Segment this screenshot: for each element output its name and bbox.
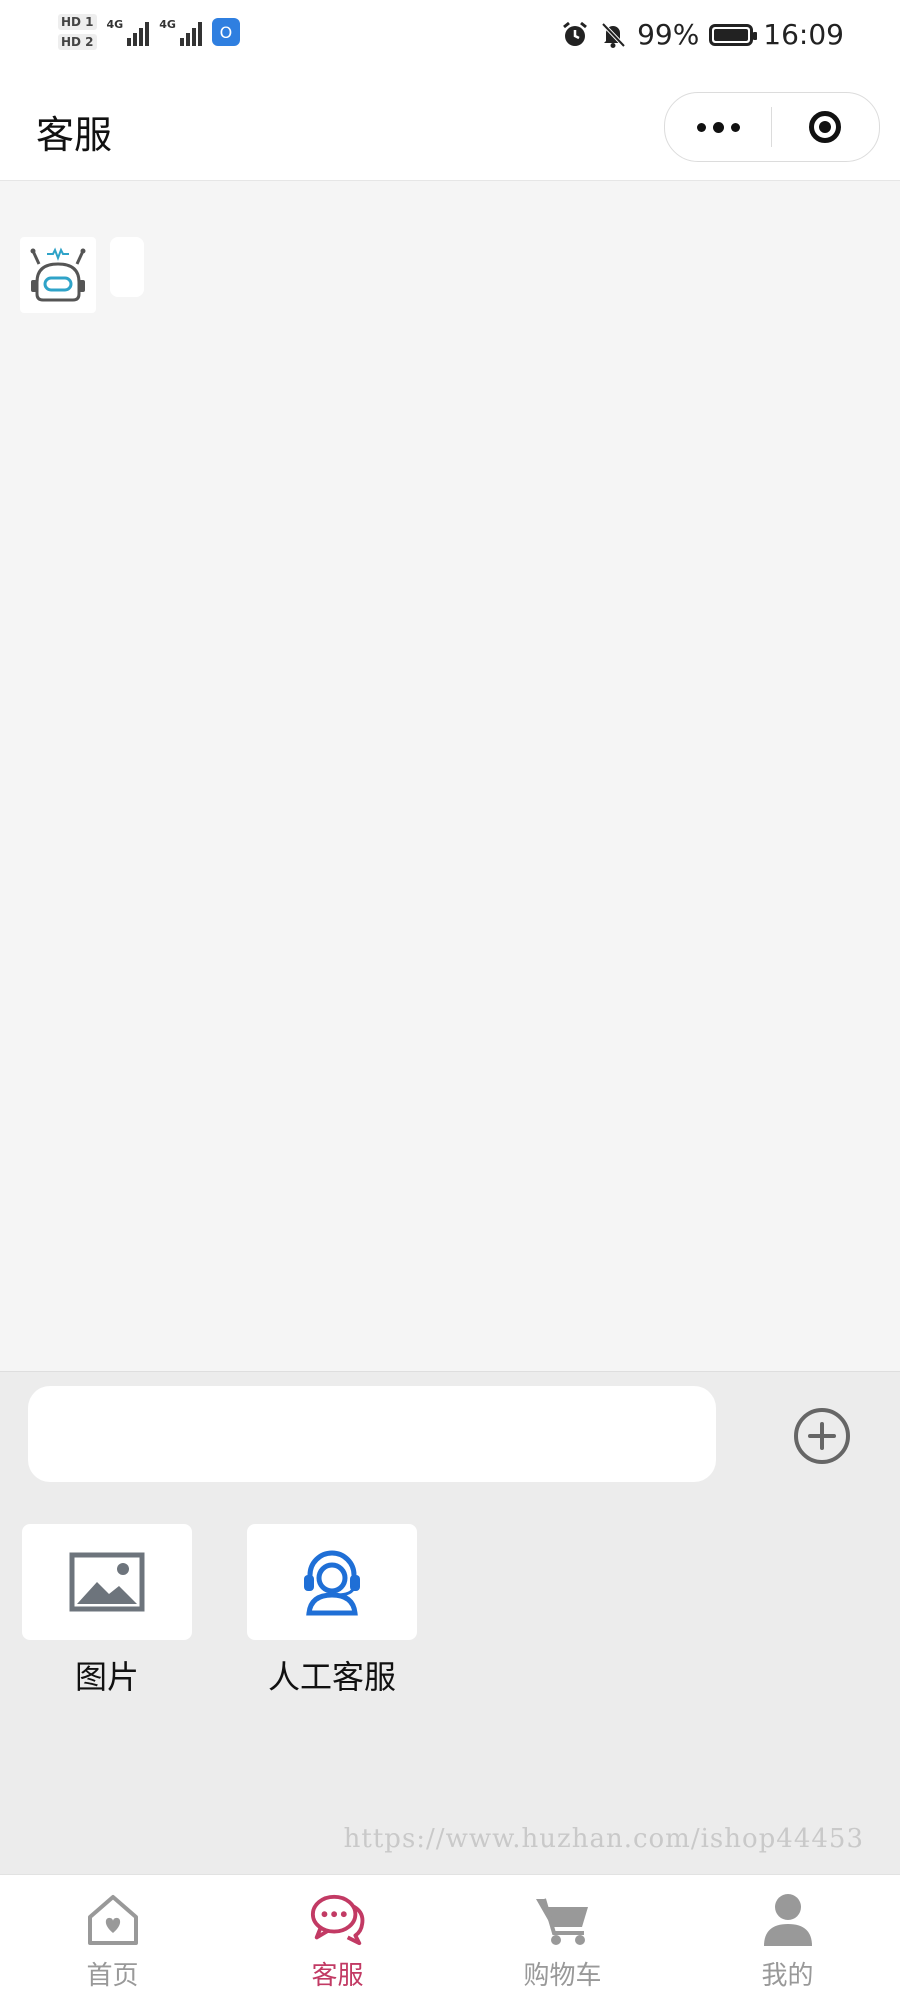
user-icon <box>763 1894 812 1946</box>
more-dot-icon <box>712 121 724 133</box>
hd2-badge: HD 2 <box>58 34 97 50</box>
image-tool-box <box>22 1524 192 1640</box>
navigation-bar: 客服 <box>0 80 900 181</box>
more-dot-icon <box>696 122 706 132</box>
tab-home-label: 首页 <box>86 1961 139 1991</box>
battery-icon <box>709 23 758 46</box>
close-miniprogram-button[interactable] <box>772 93 878 161</box>
notification-app-icon: O <box>211 18 240 46</box>
chat-area[interactable] <box>0 181 900 1371</box>
tab-profile[interactable]: 我的 <box>675 1875 900 2001</box>
tools-panel: 图片 人工客服 https://www.huzhan.com/ishop4445… <box>0 1500 900 1874</box>
headset-agent-icon <box>304 1550 360 1616</box>
human-agent-tool-box <box>247 1524 417 1640</box>
human-agent-tool-button[interactable]: 人工客服 <box>247 1524 417 1698</box>
bottom-tab-bar: 首页 客服 购物车 我的 <box>0 1874 900 2001</box>
miniprogram-capsule <box>664 92 880 162</box>
message-input[interactable] <box>28 1386 716 1482</box>
more-options-plus-button[interactable] <box>794 1408 850 1464</box>
clock-time: 16:09 <box>763 18 844 51</box>
signal-icon: 4G <box>107 18 150 46</box>
tab-customer-service-label: 客服 <box>311 1961 364 1991</box>
watermark: https://www.huzhan.com/ishop44453 <box>343 1824 864 1854</box>
bot-message-bubble <box>110 237 144 297</box>
target-circle-icon <box>809 111 841 143</box>
status-bar-left: HD 1 HD 2 4G 4G O <box>58 14 240 50</box>
battery-percent: 99% <box>637 18 700 51</box>
status-bar-right: 99% 16:09 <box>561 18 844 51</box>
image-icon <box>69 1552 145 1612</box>
image-tool-label: 图片 <box>74 1658 139 1696</box>
cart-icon <box>535 1898 588 1945</box>
mute-bell-icon <box>601 22 626 48</box>
human-agent-tool-label: 人工客服 <box>267 1658 396 1696</box>
hd-indicators: HD 1 HD 2 <box>58 14 97 50</box>
tab-cart-label: 购物车 <box>523 1961 602 1991</box>
tab-profile-label: 我的 <box>761 1961 814 1991</box>
home-icon <box>87 1895 138 1945</box>
more-menu-button[interactable] <box>665 93 771 161</box>
robot-icon <box>30 247 86 302</box>
tab-customer-service[interactable]: 客服 <box>225 1875 450 2001</box>
tab-home[interactable]: 首页 <box>0 1875 225 2001</box>
message-row <box>20 237 144 313</box>
page-title: 客服 <box>36 113 113 157</box>
hd1-badge: HD 1 <box>58 14 97 30</box>
chat-icon <box>310 1894 364 1946</box>
tab-cart[interactable]: 购物车 <box>450 1875 675 2001</box>
status-bar: HD 1 HD 2 4G 4G O 99% 16:09 <box>0 0 900 80</box>
network-type-2: 4G <box>159 18 176 31</box>
more-dot-icon <box>730 122 740 132</box>
alarm-icon <box>563 21 587 46</box>
signal-icon-2: 4G <box>159 18 202 46</box>
input-bar <box>0 1371 900 1501</box>
network-type-1: 4G <box>106 18 124 31</box>
image-tool-button[interactable]: 图片 <box>22 1524 192 1698</box>
robot-avatar <box>20 237 96 313</box>
